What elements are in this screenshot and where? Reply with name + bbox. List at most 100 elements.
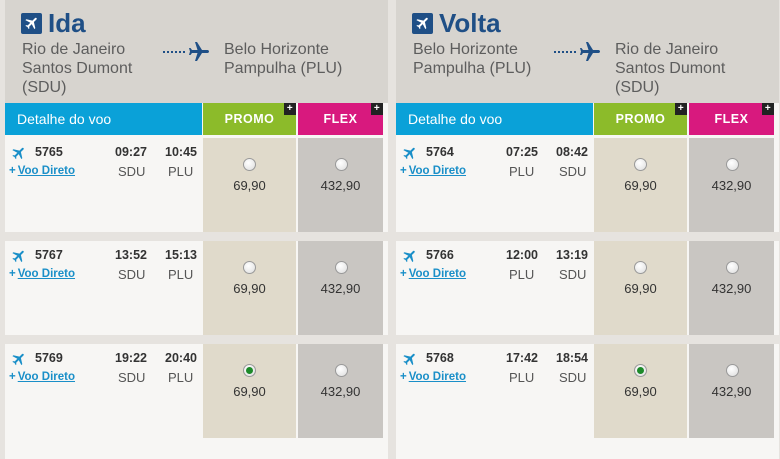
departure-airport: PLU [509, 164, 535, 179]
direct-flight-link[interactable]: + Voo Direto [400, 371, 466, 383]
promo-fare-cell[interactable]: 69,90 [594, 344, 687, 438]
flight-number: 5766 [426, 248, 454, 262]
flight-detail-header: Detalhe do voo [396, 103, 593, 135]
flex-fare-cell[interactable]: 432,90 [689, 344, 774, 438]
arrival-airport: SDU [559, 370, 587, 385]
departure-time: 12:00 [506, 248, 538, 262]
flight-number: 5769 [35, 351, 63, 365]
arrival-airport: PLU [168, 164, 194, 179]
plane-icon [399, 245, 422, 268]
promo-fare-radio[interactable] [243, 364, 256, 377]
departure-airport: SDU [118, 267, 146, 282]
promo-label: PROMO [615, 112, 666, 126]
arrival-time: 13:19 [556, 248, 588, 262]
inbound-title-text: Volta [439, 8, 501, 38]
arrival-airport: SDU [559, 164, 587, 179]
arrival-airport: SDU [559, 267, 587, 282]
arrival-time: 15:13 [165, 248, 197, 262]
flex-fare-cell[interactable]: 432,90 [689, 138, 774, 232]
flex-fare-cell[interactable]: 432,90 [298, 241, 383, 335]
flight-number: 5765 [35, 145, 63, 159]
flight-row: 5766 + Voo Direto 12:00 13:19 PLU SDU 69,… [396, 241, 779, 335]
promo-fare-radio[interactable] [634, 158, 647, 171]
flex-fare-header[interactable]: FLEX + [689, 103, 774, 135]
plus-icon[interactable]: + [284, 103, 296, 115]
direct-flight-label: Voo Direto [17, 371, 76, 383]
promo-fare-cell[interactable]: 69,90 [203, 241, 296, 335]
flex-label: FLEX [714, 112, 749, 126]
flex-price: 432,90 [711, 281, 752, 296]
expand-plus: + [9, 371, 16, 383]
direct-flight-label: Voo Direto [408, 268, 467, 280]
promo-fare-header[interactable]: PROMO + [203, 103, 296, 135]
plus-icon[interactable]: + [675, 103, 687, 115]
departure-airport: PLU [509, 370, 535, 385]
arrival-time: 10:45 [165, 145, 197, 159]
direct-flight-label: Voo Direto [17, 165, 76, 177]
arrival-airport: PLU [168, 370, 194, 385]
direct-flight-link[interactable]: + Voo Direto [400, 268, 466, 280]
flight-row: 5764 + Voo Direto 07:25 08:42 PLU SDU 69,… [396, 138, 779, 232]
expand-plus: + [9, 268, 16, 280]
route-arrow-icon [554, 40, 602, 64]
direct-flight-link[interactable]: + Voo Direto [9, 371, 75, 383]
flex-price: 432,90 [320, 178, 361, 193]
flex-label: FLEX [323, 112, 358, 126]
flight-number: 5767 [35, 248, 63, 262]
flex-fare-cell[interactable]: 432,90 [298, 344, 383, 438]
outbound-destination: Belo Horizonte Pampulha (PLU) [224, 41, 343, 77]
direct-flight-link[interactable]: + Voo Direto [400, 165, 466, 177]
arrival-time: 20:40 [165, 351, 197, 365]
promo-fare-header[interactable]: PROMO + [594, 103, 687, 135]
departure-airport: SDU [118, 370, 146, 385]
plus-icon[interactable]: + [371, 103, 383, 115]
arrival-time: 18:54 [556, 351, 588, 365]
direct-flight-link[interactable]: + Voo Direto [9, 165, 75, 177]
inbound-title: Volta [412, 8, 501, 38]
plus-icon[interactable]: + [762, 103, 774, 115]
flex-fare-cell[interactable]: 432,90 [298, 138, 383, 232]
route-arrow-icon [163, 40, 211, 64]
departure-time: 19:22 [115, 351, 147, 365]
plane-icon [8, 348, 31, 371]
expand-plus: + [9, 165, 16, 177]
flex-fare-radio[interactable] [335, 261, 348, 274]
flight-row: 5767 + Voo Direto 13:52 15:13 SDU PLU 69,… [5, 241, 388, 335]
flex-fare-radio[interactable] [726, 261, 739, 274]
plane-icon [21, 12, 42, 34]
plane-icon [399, 142, 422, 165]
fare-header-row: Detalhe do voo PROMO + FLEX + [396, 103, 779, 135]
flight-row: 5769 + Voo Direto 19:22 20:40 SDU PLU 69,… [5, 344, 388, 438]
promo-fare-radio[interactable] [634, 364, 647, 377]
outbound-header: Ida Rio de Janeiro Santos Dumont (SDU) B… [5, 0, 388, 103]
flex-fare-cell[interactable]: 432,90 [689, 241, 774, 335]
promo-fare-radio[interactable] [243, 158, 256, 171]
flex-fare-radio[interactable] [726, 158, 739, 171]
promo-fare-cell[interactable]: 69,90 [203, 344, 296, 438]
flex-fare-header[interactable]: FLEX + [298, 103, 383, 135]
direct-flight-link[interactable]: + Voo Direto [9, 268, 75, 280]
flight-number: 5768 [426, 351, 454, 365]
departure-time: 07:25 [506, 145, 538, 159]
inbound-panel: Volta Belo Horizonte Pampulha (PLU) Rio … [396, 0, 779, 459]
inbound-origin: Belo Horizonte Pampulha (PLU) [413, 41, 532, 77]
promo-price: 69,90 [233, 281, 266, 296]
flex-fare-radio[interactable] [335, 158, 348, 171]
flex-fare-radio[interactable] [726, 364, 739, 377]
departure-time: 17:42 [506, 351, 538, 365]
promo-fare-cell[interactable]: 69,90 [203, 138, 296, 232]
promo-fare-radio[interactable] [634, 261, 647, 274]
outbound-origin: Rio de Janeiro Santos Dumont (SDU) [22, 41, 133, 96]
departure-airport: PLU [509, 267, 535, 282]
arrival-airport: PLU [168, 267, 194, 282]
departure-time: 13:52 [115, 248, 147, 262]
promo-fare-cell[interactable]: 69,90 [594, 138, 687, 232]
arrival-time: 08:42 [556, 145, 588, 159]
flex-fare-radio[interactable] [335, 364, 348, 377]
plane-icon [8, 142, 31, 165]
promo-fare-cell[interactable]: 69,90 [594, 241, 687, 335]
outbound-title: Ida [21, 8, 86, 38]
promo-fare-radio[interactable] [243, 261, 256, 274]
promo-price: 69,90 [624, 178, 657, 193]
outbound-panel: Ida Rio de Janeiro Santos Dumont (SDU) B… [5, 0, 388, 459]
